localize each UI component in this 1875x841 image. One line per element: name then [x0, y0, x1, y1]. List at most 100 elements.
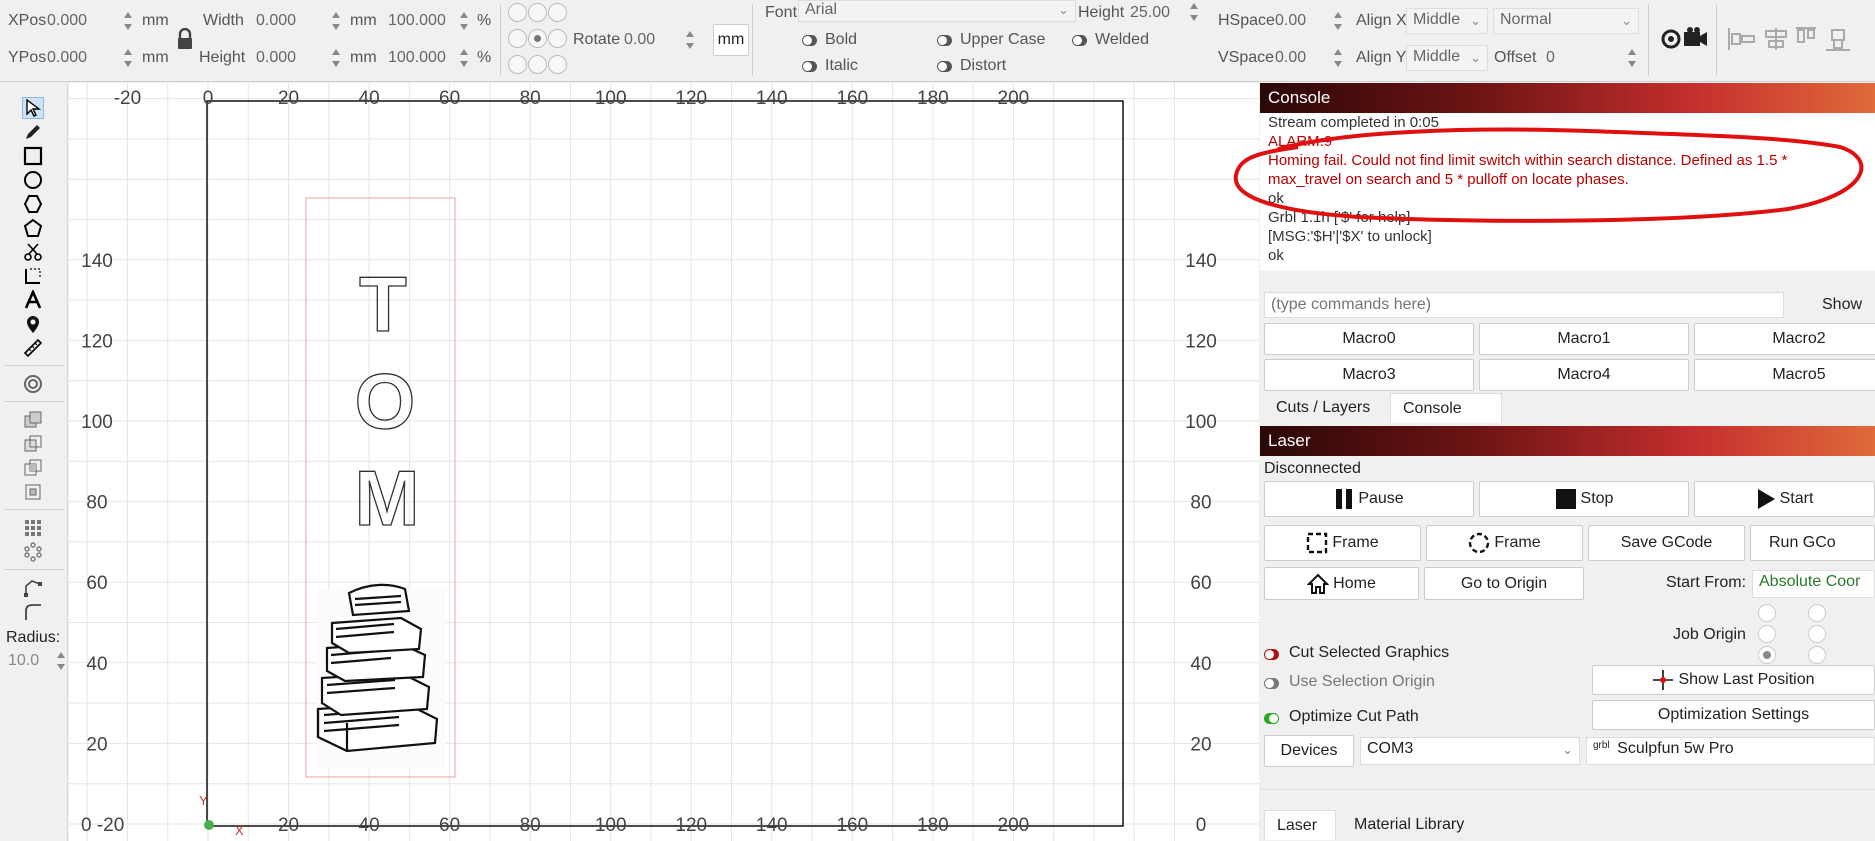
align-x-dropdown[interactable]: Middle ⌄	[1406, 8, 1488, 34]
pen-tool-icon[interactable]	[22, 121, 44, 143]
measure-tool-icon[interactable]	[22, 337, 44, 359]
position-marker-icon[interactable]	[22, 313, 44, 335]
text-mode-dropdown[interactable]: Normal ⌄	[1493, 8, 1639, 34]
italic-toggle[interactable]	[802, 61, 817, 72]
ypos-input[interactable]: 0.000	[47, 48, 87, 68]
tab-material-library[interactable]: Material Library	[1342, 810, 1476, 840]
upper-case-toggle[interactable]	[937, 35, 952, 46]
width-input[interactable]: 0.000	[256, 11, 296, 31]
canvas-drawing[interactable]: -20 0 20 20 40 40 60 60 80 80 100 100 120 120 140 140 16…	[69, 83, 1259, 841]
optimize-cut-path-toggle[interactable]	[1264, 713, 1279, 724]
rounded-corner-icon[interactable]	[22, 601, 44, 623]
radius-input[interactable]: 10.0	[8, 651, 39, 671]
radius-spinner[interactable]	[55, 649, 67, 673]
offset-spinner[interactable]	[1626, 46, 1638, 70]
scale-y-spinner[interactable]	[458, 46, 470, 70]
start-from-dropdown[interactable]: Absolute Coor	[1752, 570, 1875, 598]
tab-cuts-layers[interactable]: Cuts / Layers	[1264, 393, 1382, 423]
devices-button[interactable]: Devices	[1264, 735, 1354, 767]
units-toggle-button[interactable]: mm	[713, 24, 749, 56]
workspace-canvas[interactable]: -20 0 20 20 40 40 60 60 80 80 100 100 120 120 140 140 16…	[69, 83, 1259, 841]
anchor-middle-left[interactable]	[508, 29, 527, 48]
use-selection-origin-toggle[interactable]	[1264, 678, 1279, 689]
macro1-button[interactable]: Macro1	[1479, 323, 1689, 355]
rotate-spinner[interactable]	[684, 28, 696, 52]
show-label[interactable]: Show	[1822, 296, 1862, 314]
height-spinner[interactable]	[330, 46, 342, 70]
distort-toggle[interactable]	[937, 61, 952, 72]
anchor-top-right[interactable]	[548, 3, 567, 22]
polygon-tool-icon[interactable]	[22, 193, 44, 215]
hspace-spinner[interactable]	[1332, 9, 1344, 33]
frame-circle-button[interactable]: Frame	[1426, 525, 1583, 561]
frame-rect-button[interactable]: Frame	[1264, 525, 1421, 561]
xpos-spinner[interactable]	[122, 9, 134, 33]
font-height-input[interactable]: 25.00	[1130, 3, 1170, 23]
anchor-top-center[interactable]	[528, 3, 547, 22]
job-origin-bottom-right[interactable]	[1808, 646, 1826, 664]
home-button[interactable]: Home	[1264, 567, 1419, 600]
align-y-dropdown[interactable]: Middle ⌄	[1406, 45, 1488, 71]
vspace-input[interactable]: 0.00	[1275, 48, 1306, 68]
anchor-bottom-left[interactable]	[508, 55, 527, 74]
offset-tool-icon[interactable]	[22, 373, 44, 395]
save-gcode-button[interactable]: Save GCode	[1588, 525, 1745, 561]
anchor-top-left[interactable]	[508, 3, 527, 22]
scale-x-spinner[interactable]	[458, 9, 470, 33]
job-origin-bottom-left[interactable]	[1758, 646, 1776, 664]
rectangle-tool-icon[interactable]	[22, 145, 44, 167]
camera-icon[interactable]	[1660, 26, 1708, 52]
device-dropdown[interactable]: grbl Sculpfun 5w Pro	[1586, 737, 1875, 765]
font-height-spinner[interactable]	[1188, 0, 1200, 24]
vspace-spinner[interactable]	[1332, 46, 1344, 70]
hspace-input[interactable]: 0.00	[1275, 11, 1306, 31]
job-origin-middle-right[interactable]	[1808, 625, 1826, 643]
tab-console[interactable]: Console	[1390, 393, 1502, 423]
height-input[interactable]: 0.000	[256, 48, 296, 68]
letter-m[interactable]: M	[354, 453, 420, 542]
select-tool[interactable]	[22, 97, 44, 119]
bold-toggle[interactable]	[802, 35, 817, 46]
macro0-button[interactable]: Macro0	[1264, 323, 1474, 355]
macro5-button[interactable]: Macro5	[1694, 359, 1875, 391]
anchor-center[interactable]	[528, 29, 547, 48]
scale-x-input[interactable]: 100.000	[388, 11, 446, 31]
show-last-position-button[interactable]: Show Last Position	[1592, 665, 1875, 695]
edit-nodes-icon[interactable]	[22, 577, 44, 599]
boolean-union-icon[interactable]	[22, 409, 44, 431]
font-dropdown[interactable]: Arial ⌄	[798, 0, 1076, 22]
tab-laser[interactable]: Laser	[1264, 810, 1336, 840]
boolean-intersect-icon[interactable]	[22, 457, 44, 479]
pentagon-tool-icon[interactable]	[22, 217, 44, 239]
pause-button[interactable]: Pause	[1264, 481, 1474, 517]
run-gcode-button[interactable]: Run GCo	[1750, 525, 1875, 561]
lock-icon[interactable]	[176, 27, 194, 50]
letter-o[interactable]: O	[354, 356, 416, 445]
ypos-spinner[interactable]	[122, 46, 134, 70]
anchor-bottom-right[interactable]	[548, 55, 567, 74]
book-stack-image[interactable]	[316, 583, 446, 769]
offset-input[interactable]: 0	[1546, 48, 1555, 68]
scissors-icon[interactable]	[22, 241, 44, 263]
optimization-settings-button[interactable]: Optimization Settings	[1592, 700, 1875, 730]
letter-t[interactable]: T	[359, 259, 408, 348]
ellipse-tool-icon[interactable]	[22, 169, 44, 191]
job-origin-top-right[interactable]	[1808, 604, 1826, 622]
command-input[interactable]	[1264, 292, 1784, 318]
scale-y-input[interactable]: 100.000	[388, 48, 446, 68]
stop-button[interactable]: Stop	[1479, 481, 1689, 517]
grid-array-icon[interactable]	[22, 517, 44, 539]
welded-toggle[interactable]	[1072, 35, 1087, 46]
boolean-subtract-icon[interactable]	[22, 433, 44, 455]
macro4-button[interactable]: Macro4	[1479, 359, 1689, 391]
macro2-button[interactable]: Macro2	[1694, 323, 1875, 355]
text-tool-icon[interactable]	[22, 289, 44, 311]
corner-tool-icon[interactable]	[22, 265, 44, 287]
anchor-middle-right[interactable]	[548, 29, 567, 48]
cut-selected-toggle[interactable]	[1264, 649, 1279, 660]
xpos-input[interactable]: 0.000	[47, 11, 87, 31]
width-spinner[interactable]	[330, 9, 342, 33]
macro3-button[interactable]: Macro3	[1264, 359, 1474, 391]
port-dropdown[interactable]: COM3 ⌄	[1360, 737, 1580, 765]
align-tools-icon[interactable]	[1726, 26, 1866, 52]
